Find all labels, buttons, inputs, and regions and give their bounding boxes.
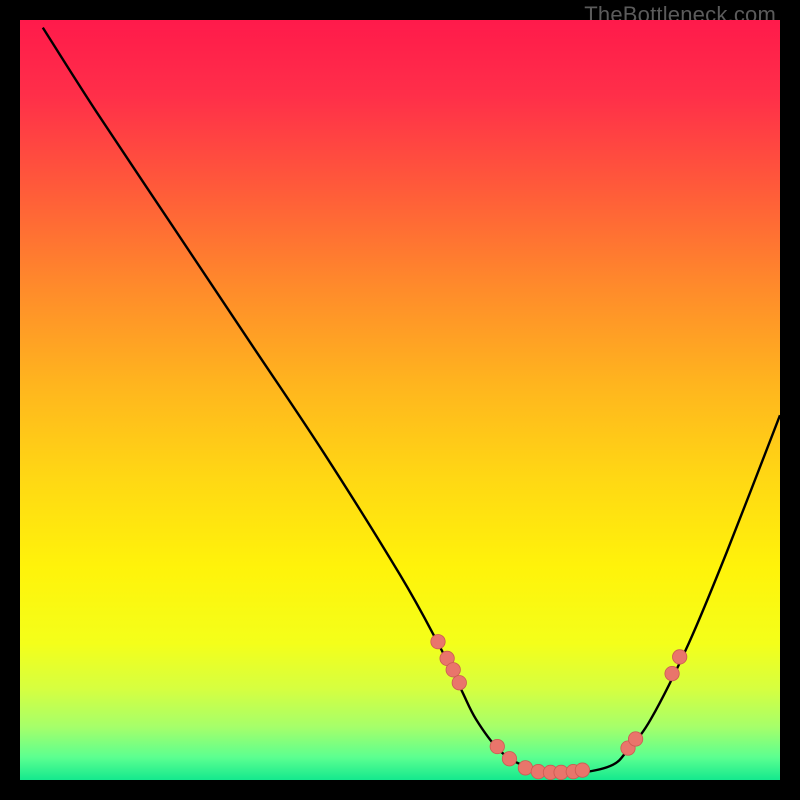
marker-dot bbox=[628, 732, 642, 746]
gradient-background bbox=[20, 20, 780, 780]
marker-dot bbox=[518, 761, 532, 775]
marker-dot bbox=[575, 763, 589, 777]
bottleneck-chart bbox=[20, 20, 780, 780]
marker-dot bbox=[431, 634, 445, 648]
marker-dot bbox=[502, 752, 516, 766]
marker-dot bbox=[672, 650, 686, 664]
marker-dot bbox=[665, 666, 679, 680]
marker-dot bbox=[452, 676, 466, 690]
marker-dot bbox=[490, 739, 504, 753]
marker-dot bbox=[446, 663, 460, 677]
chart-frame bbox=[20, 20, 780, 780]
